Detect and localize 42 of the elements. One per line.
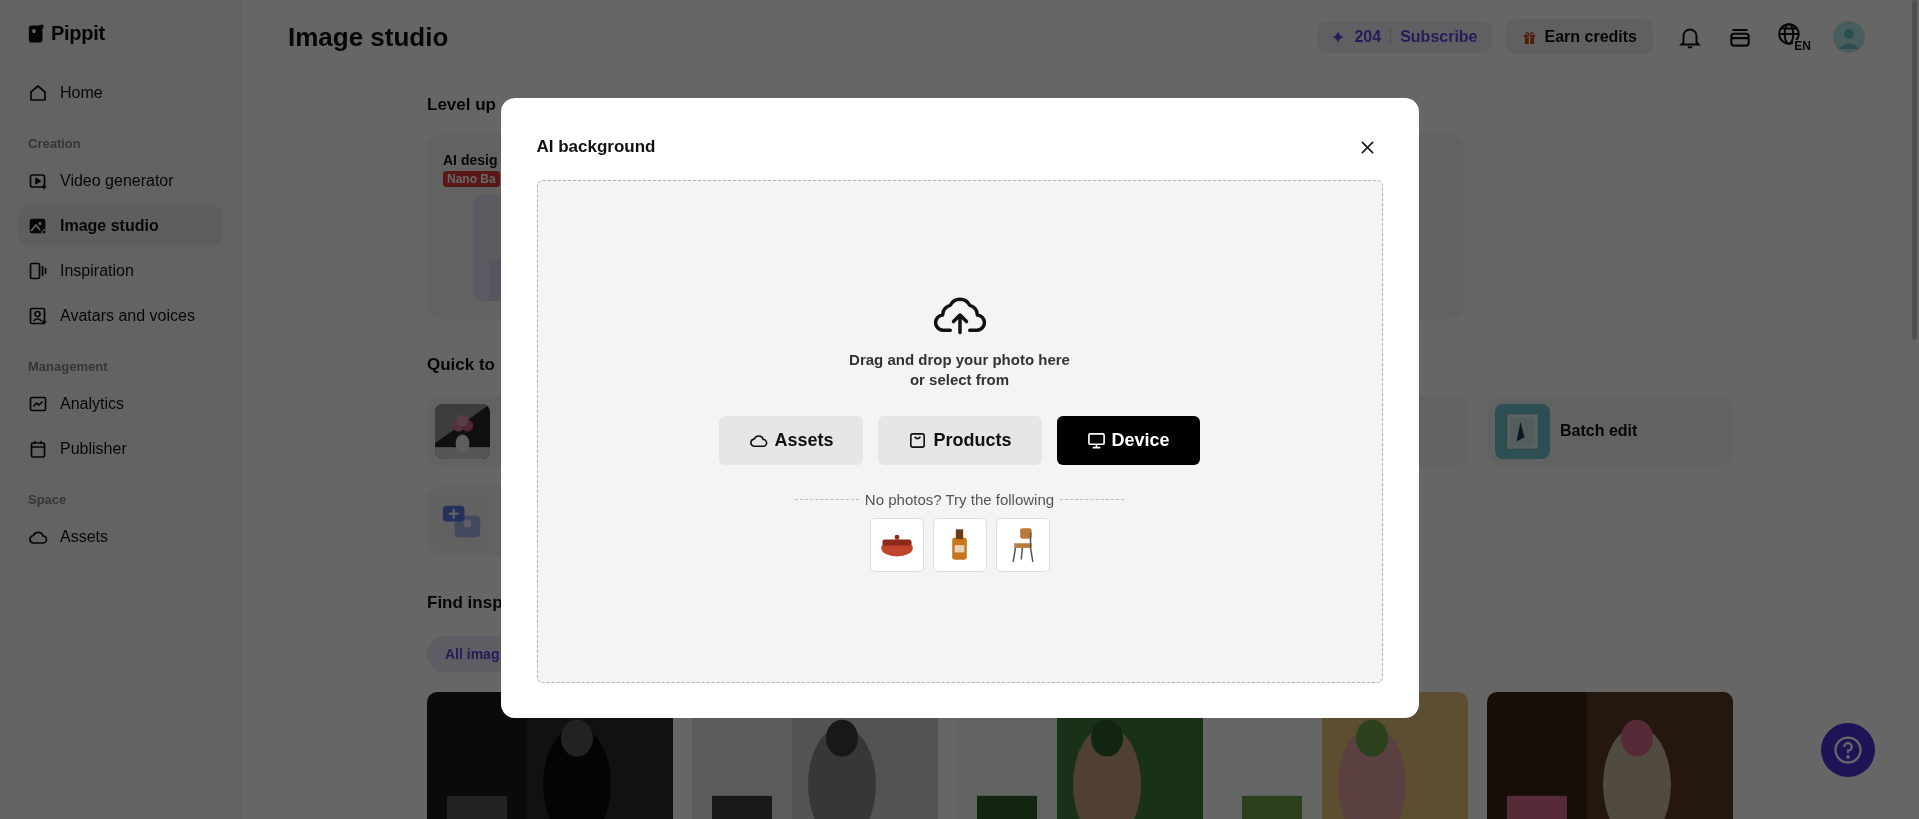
sample-button[interactable] [869,517,924,572]
inspiration-icon [28,260,48,281]
nav-item[interactable]: Image studio [18,204,223,247]
source-button[interactable]: Device [1056,415,1200,465]
subscribe-link[interactable]: Subscribe [1400,28,1478,46]
section-heading: Find insp [427,592,503,614]
section-heading: Quick to [427,354,495,376]
dialog-title: AI background [536,137,656,157]
nav-item[interactable]: Inspiration [18,249,223,292]
nav-item[interactable]: Publisher [18,427,223,470]
brand-name: Pippit [51,22,105,45]
avatar-icon [28,305,48,326]
logo-icon [28,22,45,45]
language-label[interactable]: EN [1793,40,1811,52]
nav-item[interactable]: Analytics [18,382,223,425]
home-icon [28,82,48,103]
credit-count: 204 [1354,28,1382,46]
tool-label: Batch edit [1560,422,1638,440]
source-button[interactable]: Assets [719,415,864,465]
sample-button[interactable] [995,517,1050,572]
nav-item[interactable]: Home [18,71,223,114]
tool-card[interactable]: Batch edit [1487,396,1733,466]
upload-dropzone[interactable]: Drag and drop your photo here or select from Assets Products Device No photos? Try the following [536,180,1383,683]
nav-item[interactable]: Video generator [18,159,223,202]
source-button[interactable]: Products [878,415,1042,465]
card-title: AI desig [443,152,498,168]
nav-item[interactable]: Avatars and voices [18,294,223,337]
close-icon[interactable] [1359,139,1375,155]
sample-button[interactable] [932,517,987,572]
question-icon [1833,735,1863,765]
samples-caption: No photos? Try the following [864,490,1055,508]
nav-item[interactable]: Assets [18,515,223,558]
earn-credits-button[interactable]: Earn credits [1505,19,1653,55]
calendar-icon [28,438,48,459]
help-button[interactable] [1821,723,1875,777]
monitor-icon [1086,430,1106,450]
upload-instructions: Drag and drop your photo here or select from [849,349,1070,390]
page-title: Image studio [288,21,449,53]
model-badge: Nano Ba [443,171,500,187]
gift-icon [1521,29,1537,45]
section-heading: Level up [427,94,496,116]
bag-icon [908,430,928,450]
